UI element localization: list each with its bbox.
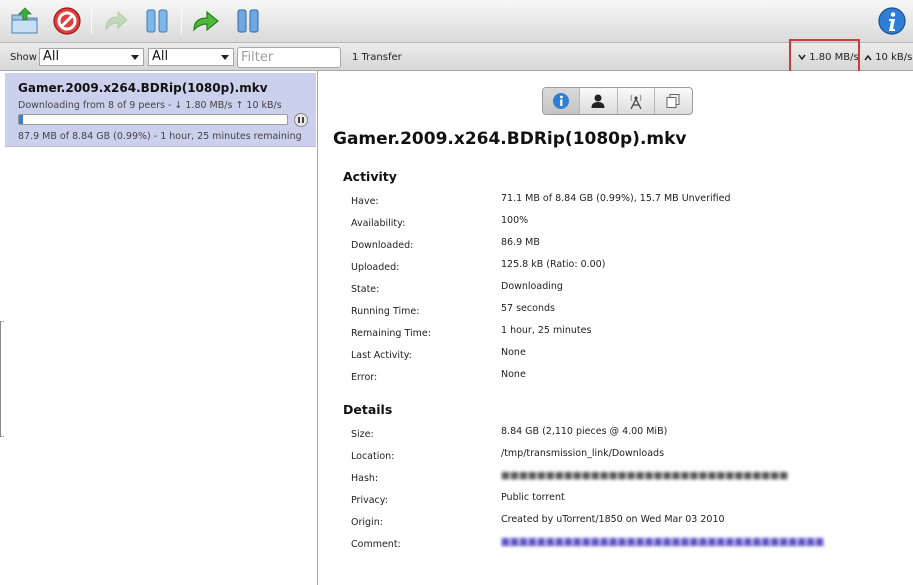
remaining-time-value: 1 hour, 25 minutes — [501, 325, 592, 336]
remove-torrent-button[interactable] — [51, 5, 83, 37]
toolbar — [0, 0, 913, 43]
pause-icon — [298, 117, 300, 123]
origin-label: Origin: — [351, 517, 383, 528]
last-activity-value: None — [501, 347, 526, 358]
progress-fill — [19, 115, 24, 124]
pause-all-button[interactable] — [232, 5, 264, 37]
pause-button[interactable] — [141, 5, 173, 37]
downloaded-label: Downloaded: — [351, 240, 414, 251]
tab-info[interactable] — [543, 88, 581, 114]
info-icon — [553, 93, 570, 109]
size-value: 8.84 GB (2,110 pieces @ 4.00 MiB) — [501, 426, 668, 437]
antenna-icon — [630, 94, 642, 110]
error-label: Error: — [351, 372, 378, 383]
open-torrent-button[interactable] — [9, 5, 41, 37]
running-time-label: Running Time: — [351, 306, 420, 317]
chevron-down-icon — [131, 55, 139, 60]
resume-all-arrow-icon — [193, 10, 219, 32]
torrent-name: Gamer.2009.x264.BDRip(1080p).mkv — [18, 81, 268, 95]
resume-arrow-icon — [105, 10, 128, 31]
transfer-count: 1 Transfer — [352, 52, 402, 63]
inspector-toggle-button[interactable] — [876, 5, 908, 37]
inspector: Gamer.2009.x264.BDRip(1080p).mkv Activit… — [319, 71, 913, 585]
toolbar-separator — [181, 8, 182, 34]
pause-torrent-button[interactable] — [294, 113, 308, 127]
filter-input[interactable] — [237, 47, 341, 68]
toolbar-separator — [91, 8, 92, 34]
hash-label: Hash: — [351, 473, 379, 484]
privacy-label: Privacy: — [351, 495, 388, 506]
status-filter-select[interactable]: All — [39, 48, 144, 66]
info-icon — [878, 7, 906, 35]
downloaded-value: 86.9 MB — [501, 237, 540, 248]
resume-all-button[interactable] — [190, 5, 222, 37]
torrent-peers: Downloading from 8 of 9 peers - ↓ 1.80 M… — [18, 100, 282, 111]
status-filter-value: All — [43, 49, 60, 64]
folder-open-icon — [11, 7, 38, 34]
torrent-list: Gamer.2009.x264.BDRip(1080p).mkv Downloa… — [0, 71, 318, 585]
show-label: Show — [10, 52, 37, 63]
page-title: Gamer.2009.x264.BDRip(1080p).mkv — [333, 129, 687, 149]
tab-trackers[interactable] — [618, 88, 655, 114]
inspector-tabs — [542, 87, 693, 115]
list-item[interactable]: Gamer.2009.x264.BDRip(1080p).mkv Downloa… — [5, 73, 316, 147]
size-label: Size: — [351, 429, 374, 440]
chevron-up-icon — [864, 54, 872, 60]
last-activity-label: Last Activity: — [351, 350, 412, 361]
tracker-filter-value: All — [152, 49, 169, 64]
availability-label: Availability: — [351, 218, 406, 229]
have-label: Have: — [351, 196, 379, 207]
remaining-time-label: Remaining Time: — [351, 328, 431, 339]
availability-value: 100% — [501, 215, 529, 226]
tab-peers[interactable] — [580, 88, 618, 114]
tab-files[interactable] — [655, 88, 692, 114]
splitter-handle[interactable] — [0, 321, 4, 437]
pause-all-icon — [237, 9, 259, 33]
upload-speed-value: 10 kB/s — [875, 52, 913, 63]
hash-value: ■■■■■■■■■■■■■■■■■■■■■■■■■■■■■■■■ — [501, 470, 789, 481]
origin-value: Created by uTorrent/1850 on Wed Mar 03 2… — [501, 514, 725, 525]
torrent-status: 87.9 MB of 8.84 GB (0.99%) - 1 hour, 25 … — [18, 131, 302, 142]
have-value: 71.1 MB of 8.84 GB (0.99%), 15.7 MB Unve… — [501, 193, 731, 204]
pause-icon — [146, 9, 168, 33]
privacy-value: Public torrent — [501, 492, 565, 503]
upload-speed[interactable]: 10 kB/s — [864, 52, 912, 63]
error-value: None — [501, 369, 526, 380]
person-icon — [591, 94, 605, 108]
stop-sign-icon — [53, 7, 81, 35]
state-value: Downloading — [501, 281, 563, 292]
comment-link[interactable]: ■■■■■■■■■■■■■■■■■■■■■■■■■■■■■■■■■■■■ — [501, 536, 824, 547]
files-icon — [666, 94, 680, 108]
location-value: /tmp/transmission_link/Downloads — [501, 448, 665, 459]
filter-bar: Show All All 1 Transfer 1.80 MB/s 10 kB/… — [0, 43, 913, 71]
tracker-filter-select[interactable]: All — [148, 48, 234, 66]
state-label: State: — [351, 284, 380, 295]
progress-bar — [18, 114, 288, 125]
comment-label: Comment: — [351, 539, 401, 550]
running-time-value: 57 seconds — [501, 303, 555, 314]
resume-button[interactable] — [100, 5, 132, 37]
location-label: Location: — [351, 451, 395, 462]
uploaded-value: 125.8 kB (Ratio: 0.00) — [501, 259, 606, 270]
uploaded-label: Uploaded: — [351, 262, 400, 273]
details-heading: Details — [343, 402, 393, 417]
chevron-down-icon — [221, 55, 229, 60]
pause-icon — [302, 117, 304, 123]
activity-heading: Activity — [343, 169, 397, 184]
